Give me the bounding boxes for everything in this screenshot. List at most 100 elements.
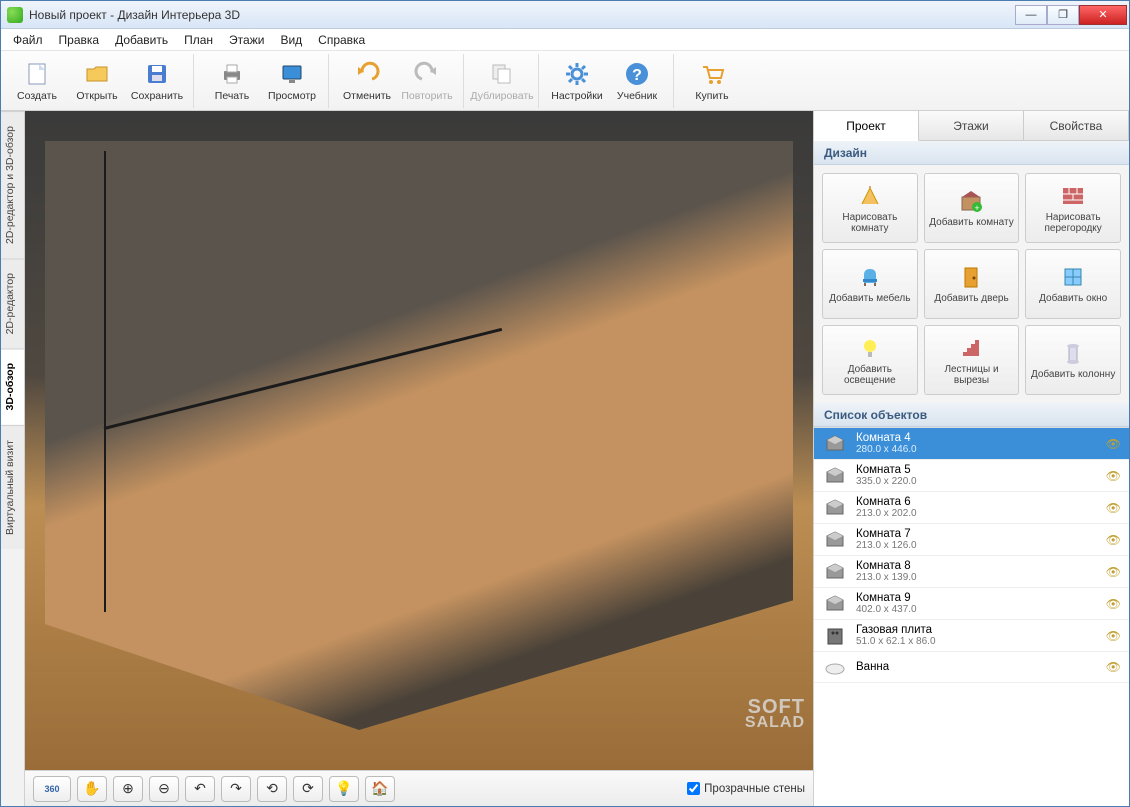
print-icon [218, 60, 246, 88]
save-icon [143, 60, 171, 88]
view-tab[interactable]: Виртуальный визит [1, 425, 24, 549]
monitor-button[interactable]: Просмотр [262, 54, 322, 108]
bath-icon [822, 656, 848, 678]
file-new-button[interactable]: Создать [7, 54, 67, 108]
help-icon: ? [623, 60, 651, 88]
minimize-button[interactable]: — [1015, 5, 1047, 25]
add-window-icon [1060, 264, 1086, 290]
light-button[interactable]: 💡 [329, 776, 359, 802]
folder-open-icon [83, 60, 111, 88]
folder-open-button[interactable]: Открыть [67, 54, 127, 108]
menubar: ФайлПравкаДобавитьПланЭтажиВидСправка [1, 29, 1129, 51]
object-list-item[interactable]: Комната 9402.0 x 437.0👁 [814, 588, 1129, 620]
svg-text:+: + [975, 203, 980, 213]
eye-icon[interactable]: 👁 [1106, 533, 1121, 547]
object-list-item[interactable]: Комната 8213.0 x 139.0👁 [814, 556, 1129, 588]
3d-canvas[interactable]: SOFT SALAD [25, 111, 813, 770]
draw-wall-icon [1060, 183, 1086, 209]
window-title: Новый проект - Дизайн Интерьера 3D [29, 8, 1015, 22]
close-button[interactable]: ✕ [1079, 5, 1127, 25]
add-room-button[interactable]: +Добавить комнату [924, 173, 1020, 243]
print-button[interactable]: Печать [202, 54, 262, 108]
360-button[interactable]: 360 [33, 776, 71, 802]
gear-button[interactable]: Настройки [547, 54, 607, 108]
zoom-in-button[interactable]: ⊕ [113, 776, 143, 802]
eye-icon[interactable]: 👁 [1106, 660, 1121, 674]
hand-button[interactable]: ✋ [77, 776, 107, 802]
object-list-item[interactable]: Комната 5335.0 x 220.0👁 [814, 460, 1129, 492]
view-toolbar: 360✋⊕⊖↶↷⟲⟳💡🏠 Прозрачные стены [25, 770, 813, 806]
cart-button[interactable]: Купить [682, 54, 742, 108]
add-column-icon [1060, 340, 1086, 366]
watermark: SOFT SALAD [745, 698, 805, 730]
menu-item[interactable]: Добавить [109, 31, 174, 49]
object-list-item[interactable]: Газовая плита51.0 x 62.1 x 86.0👁 [814, 620, 1129, 652]
eye-icon[interactable]: 👁 [1106, 437, 1121, 451]
transparent-walls-checkbox[interactable]: Прозрачные стены [687, 782, 805, 795]
zoom-out-button[interactable]: ⊖ [149, 776, 179, 802]
eye-icon[interactable]: 👁 [1106, 629, 1121, 643]
add-light-button[interactable]: Добавить освещение [822, 325, 918, 395]
design-header: Дизайн [814, 141, 1129, 165]
objects-header: Список объектов [814, 403, 1129, 427]
object-list-item[interactable]: Комната 4280.0 x 446.0👁 [814, 428, 1129, 460]
add-door-icon [958, 264, 984, 290]
undo-button[interactable]: Отменить [337, 54, 397, 108]
eye-icon[interactable]: 👁 [1106, 501, 1121, 515]
object-list-item[interactable]: Комната 7213.0 x 126.0👁 [814, 524, 1129, 556]
add-column-button[interactable]: Добавить колонну [1025, 325, 1121, 395]
room-icon [822, 497, 848, 519]
app-window: Новый проект - Дизайн Интерьера 3D — ❐ ✕… [0, 0, 1130, 807]
draw-wall-button[interactable]: Нарисовать перегородку [1025, 173, 1121, 243]
app-icon [7, 7, 23, 23]
redo-icon [413, 60, 441, 88]
menu-item[interactable]: Вид [274, 31, 308, 49]
view-tab[interactable]: 2D-редактор [1, 258, 24, 348]
eye-icon[interactable]: 👁 [1106, 565, 1121, 579]
menu-item[interactable]: Правка [53, 31, 106, 49]
rotate-right-button[interactable]: ↷ [221, 776, 251, 802]
room-icon [822, 465, 848, 487]
undo-icon [353, 60, 381, 88]
add-room-icon: + [958, 188, 984, 214]
duplicate-icon [488, 60, 516, 88]
stairs-button[interactable]: Лестницы и вырезы [924, 325, 1020, 395]
eye-icon[interactable]: 👁 [1106, 469, 1121, 483]
maximize-button[interactable]: ❐ [1047, 5, 1079, 25]
side-tabs: ПроектЭтажиСвойства [814, 111, 1129, 141]
orbit-right-button[interactable]: ⟳ [293, 776, 323, 802]
side-tab[interactable]: Этажи [919, 111, 1024, 140]
object-list-item[interactable]: Комната 6213.0 x 202.0👁 [814, 492, 1129, 524]
side-panel: ПроектЭтажиСвойства Дизайн Нарисовать ко… [813, 111, 1129, 806]
redo-button: Повторить [397, 54, 457, 108]
content-area: 2D-редактор и 3D-обзор2D-редактор3D-обзо… [1, 111, 1129, 806]
add-furniture-button[interactable]: Добавить мебель [822, 249, 918, 319]
duplicate-button: Дублировать [472, 54, 532, 108]
rotate-left-button[interactable]: ↶ [185, 776, 215, 802]
gear-icon [563, 60, 591, 88]
object-list-item[interactable]: Ванна👁 [814, 652, 1129, 683]
stove-icon [822, 625, 848, 647]
help-button[interactable]: ?Учебник [607, 54, 667, 108]
side-tab[interactable]: Проект [814, 111, 919, 141]
side-tab[interactable]: Свойства [1024, 111, 1129, 140]
home-button[interactable]: 🏠 [365, 776, 395, 802]
menu-item[interactable]: План [178, 31, 219, 49]
cart-icon [698, 60, 726, 88]
draw-room-button[interactable]: Нарисовать комнату [822, 173, 918, 243]
view-tab[interactable]: 2D-редактор и 3D-обзор [1, 111, 24, 258]
eye-icon[interactable]: 👁 [1106, 597, 1121, 611]
add-door-button[interactable]: Добавить дверь [924, 249, 1020, 319]
file-new-icon [23, 60, 51, 88]
menu-item[interactable]: Этажи [223, 31, 270, 49]
orbit-left-button[interactable]: ⟲ [257, 776, 287, 802]
add-window-button[interactable]: Добавить окно [1025, 249, 1121, 319]
menu-item[interactable]: Файл [7, 31, 49, 49]
save-button[interactable]: Сохранить [127, 54, 187, 108]
object-list: Комната 4280.0 x 446.0👁Комната 5335.0 x … [814, 427, 1129, 806]
menu-item[interactable]: Справка [312, 31, 371, 49]
view-tab[interactable]: 3D-обзор [1, 348, 24, 424]
monitor-icon [278, 60, 306, 88]
room-icon [822, 529, 848, 551]
add-light-icon [857, 335, 883, 361]
